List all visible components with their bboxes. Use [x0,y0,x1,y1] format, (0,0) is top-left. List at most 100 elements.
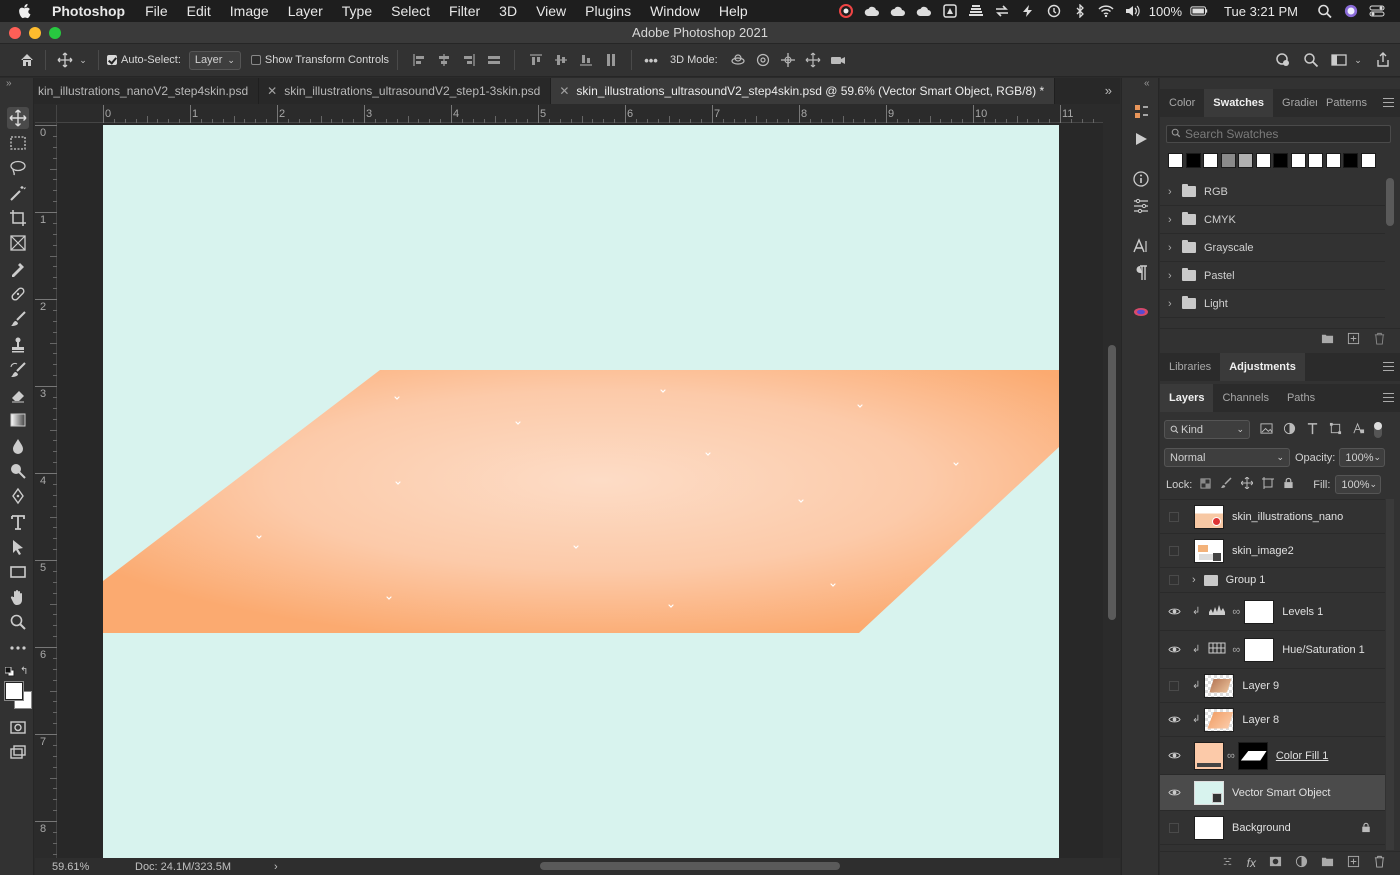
color-swatch[interactable] [1255,153,1271,168]
delete-layer-icon[interactable] [1373,855,1386,871]
layer-thumbnail[interactable] [1194,504,1224,529]
lock-artboard-icon[interactable] [1262,477,1275,492]
align-top-edges-icon[interactable] [523,52,548,68]
3d-pan-icon[interactable] [776,52,801,68]
paragraph-panel-icon[interactable] [1131,263,1151,283]
color-swatch[interactable] [1168,153,1183,168]
color-swatch[interactable] [1238,153,1253,168]
zoom-tool-icon[interactable] [7,611,29,633]
layer-name[interactable]: Levels 1 [1282,606,1323,618]
menu-edit[interactable]: Edit [187,3,211,19]
menu-view[interactable]: View [536,3,566,19]
tab-gradients[interactable]: Gradient [1273,89,1317,117]
layer-name[interactable]: Background [1232,822,1291,834]
panel-menu-icon[interactable] [1383,393,1394,402]
menu-plugins[interactable]: Plugins [585,3,631,19]
align-bottom-edges-icon[interactable] [573,52,598,68]
filter-adjustment-icon[interactable] [1283,422,1296,438]
hand-tool-icon[interactable] [7,586,29,608]
layer-thumbnail[interactable] [1194,780,1224,805]
panel-menu-icon[interactable] [1383,362,1394,371]
volume-icon[interactable] [1123,4,1141,18]
panel-menu-icon[interactable] [1383,98,1394,107]
new-group-icon[interactable] [1321,332,1334,348]
more-tabs-icon[interactable]: » [1105,83,1112,98]
visibility-toggle[interactable] [1160,575,1188,585]
link-layers-icon[interactable] [1221,855,1234,871]
align-right-edges-icon[interactable] [456,52,481,68]
frame-tool-icon[interactable] [7,232,29,254]
layer-thumbnail[interactable] [1204,673,1235,698]
color-swatch[interactable] [1203,153,1218,168]
zoom-level[interactable]: 59.61% [52,861,135,873]
layer-name[interactable]: skin_illustrations_nano [1232,511,1343,523]
menu-3d[interactable]: 3D [499,3,517,19]
rectangular-marquee-tool-icon[interactable] [7,132,29,154]
layer-row[interactable]: skin_illustrations_nano [1160,500,1385,534]
screen-mode-icon[interactable] [7,742,29,764]
chevron-down-icon[interactable]: ⌄ [1370,479,1378,490]
filter-smart-object-icon[interactable] [1352,422,1365,438]
filter-toggle-switch[interactable] [1374,421,1382,438]
visibility-toggle[interactable] [1160,645,1188,654]
color-swatch[interactable] [1220,153,1236,168]
eraser-tool-icon[interactable] [7,384,29,406]
layer-row[interactable]: skin_image2 [1160,534,1385,568]
character-panel-icon[interactable] [1131,236,1151,256]
more-options-button[interactable]: ••• [640,53,662,68]
history-panel-icon[interactable] [1131,102,1151,122]
color-swatch[interactable] [1273,153,1288,168]
blend-mode-dropdown[interactable]: Normal ⌄ [1164,448,1290,467]
menu-image[interactable]: Image [230,3,269,19]
collapse-toolbar-icon[interactable]: » [6,78,12,89]
layer-thumbnail[interactable] [1194,815,1224,840]
menu-file[interactable]: File [145,3,168,19]
crop-tool-icon[interactable] [7,207,29,229]
visibility-toggle[interactable] [1160,607,1188,616]
menu-type[interactable]: Type [342,3,372,19]
align-horizontal-centers-icon[interactable] [431,52,456,68]
menu-help[interactable]: Help [719,3,748,19]
horizontal-scroll-thumb[interactable] [540,862,840,870]
opacity-input[interactable]: 100% ⌄ [1339,448,1386,467]
layer-row[interactable]: ↲ Layer 9 [1160,669,1385,703]
filter-pixel-icon[interactable] [1260,422,1273,438]
apple-icon[interactable] [18,3,36,20]
new-swatch-icon[interactable] [1347,332,1360,348]
layer-mask-thumbnail[interactable] [1237,741,1268,770]
vertical-scrollbar[interactable] [1104,105,1120,858]
layer-thumbnail[interactable] [1194,538,1224,563]
battery-icon[interactable] [1190,4,1208,18]
layer-style-icon[interactable]: fx [1247,856,1256,870]
visibility-toggle[interactable] [1160,715,1188,724]
workspace-icon[interactable] [1328,52,1350,68]
hue-saturation-adjustment-icon[interactable] [1208,642,1226,657]
layer-name[interactable]: Layer 9 [1242,680,1279,692]
cloud-icon[interactable] [863,4,881,18]
trash-icon[interactable] [1373,332,1386,348]
levels-adjustment-icon[interactable] [1208,604,1226,619]
wifi-icon[interactable] [1097,4,1115,18]
menu-filter[interactable]: Filter [449,3,480,19]
new-adjustment-layer-icon[interactable] [1295,855,1308,871]
layer-thumbnail[interactable] [1204,707,1235,732]
cloud-document-icon[interactable] [1272,52,1294,68]
clock[interactable]: Tue 3:21 PM [1224,4,1298,19]
chevron-down-icon[interactable]: ⌄ [1374,452,1382,463]
show-transform-controls-checkbox[interactable] [250,55,261,65]
tab-color[interactable]: Color [1160,89,1204,117]
color-swatch[interactable] [1325,153,1341,168]
tab-channels[interactable]: Channels [1213,384,1277,412]
distribute-horizontal-icon[interactable] [598,52,623,68]
path-selection-tool-icon[interactable] [7,536,29,558]
chevron-down-icon[interactable]: ⌄ [76,55,90,66]
time-machine-icon[interactable] [1045,4,1063,18]
skin-surface-shape[interactable] [103,370,1059,633]
blur-tool-icon[interactable] [7,435,29,457]
tab-layers[interactable]: Layers [1160,384,1214,412]
eyedropper-tool-icon[interactable] [7,258,29,280]
lasso-tool-icon[interactable] [7,157,29,179]
layer-name[interactable]: Color Fill 1 [1276,750,1329,762]
horizontal-ruler[interactable]: 0 1 2 3 4 5 6 7 8 9 10 11 [57,105,1103,123]
control-center-icon[interactable] [1368,4,1386,18]
